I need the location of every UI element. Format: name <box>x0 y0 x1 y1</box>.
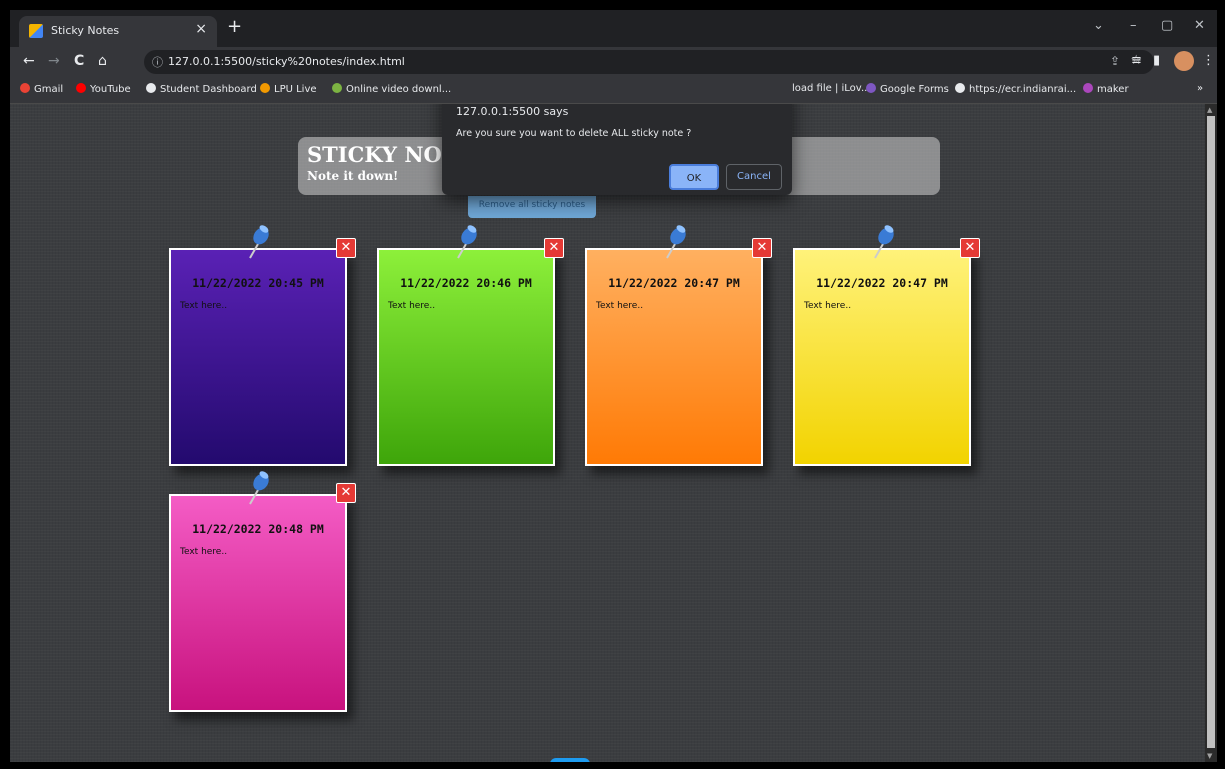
google-forms-icon <box>866 83 876 93</box>
scroll-down-icon[interactable]: ▼ <box>1207 752 1212 760</box>
push-pin-icon <box>249 471 269 505</box>
url-text[interactable]: 127.0.0.1:5500/sticky%20notes/index.html <box>168 55 405 68</box>
sticky-note[interactable]: 11/22/2022 20:47 PM Text here.. <box>585 248 763 466</box>
sticky-note[interactable]: 11/22/2022 20:47 PM Text here.. <box>793 248 971 466</box>
bookmark-student-dashboard[interactable]: Student Dashboard <box>146 83 257 95</box>
sticky-note[interactable]: 11/22/2022 20:45 PM Text here.. <box>169 248 347 466</box>
bookmark-youtube[interactable]: YouTube <box>76 83 131 95</box>
profile-avatar[interactable] <box>1174 51 1194 71</box>
maker-icon <box>1083 83 1093 93</box>
cancel-button[interactable]: Cancel <box>726 164 782 190</box>
note-text[interactable]: Text here.. <box>180 301 227 311</box>
ok-button[interactable]: OK <box>669 164 719 190</box>
page-scrollbar[interactable]: ▲ ▼ <box>1205 104 1217 762</box>
note-date: 11/22/2022 20:45 PM <box>192 276 324 290</box>
confirm-dialog: 127.0.0.1:5500 says Are you sure you wan… <box>442 104 792 195</box>
tab-search-icon[interactable]: ⌄ <box>1093 18 1104 33</box>
globe-icon <box>146 83 156 93</box>
scrollbar-thumb[interactable] <box>1207 116 1215 748</box>
side-panel-icon[interactable]: ▮ <box>1153 53 1160 68</box>
bookmark-maker[interactable]: maker <box>1083 83 1129 95</box>
bookmark-ilovepdf[interactable]: load file | iLov... <box>792 83 870 94</box>
reload-button[interactable]: C <box>74 53 84 69</box>
minimize-button[interactable]: – <box>1130 18 1137 33</box>
youtube-icon <box>76 83 86 93</box>
share-icon[interactable]: ⇪ <box>1110 54 1120 68</box>
note-date: 11/22/2022 20:48 PM <box>192 522 324 536</box>
address-bar[interactable]: ⓘ 127.0.0.1:5500/sticky%20notes/index.ht… <box>144 50 1154 74</box>
tab-sticky-notes[interactable]: Sticky Notes × <box>19 16 217 47</box>
tab-title: Sticky Notes <box>51 24 120 37</box>
tab-strip: Sticky Notes × + ⌄ – ▢ ✕ <box>10 10 1217 47</box>
close-window-button[interactable]: ✕ <box>1194 18 1205 33</box>
bookmark-gmail[interactable]: Gmail <box>20 83 63 95</box>
browser-toolbar: ← → C ⌂ ⓘ 127.0.0.1:5500/sticky%20notes/… <box>10 47 1217 77</box>
scroll-up-icon[interactable]: ▲ <box>1207 106 1212 114</box>
browser-window: Sticky Notes × + ⌄ – ▢ ✕ ← → C ⌂ ⓘ 127.0… <box>10 10 1217 762</box>
dialog-message: Are you sure you want to delete ALL stic… <box>456 128 692 139</box>
delete-note-button[interactable]: ✕ <box>336 238 356 258</box>
push-pin-icon <box>457 225 477 259</box>
site-info-icon[interactable]: ⓘ <box>152 54 163 70</box>
home-button[interactable]: ⌂ <box>98 53 107 69</box>
push-pin-icon <box>249 225 269 259</box>
new-tab-button[interactable]: + <box>227 16 242 37</box>
bookmark-google-forms[interactable]: Google Forms <box>866 83 949 95</box>
globe-icon <box>955 83 965 93</box>
browser-menu-icon[interactable]: ⋮ <box>1202 53 1215 68</box>
note-date: 11/22/2022 20:47 PM <box>816 276 948 290</box>
delete-note-button[interactable]: ✕ <box>752 238 772 258</box>
note-date: 11/22/2022 20:46 PM <box>400 276 532 290</box>
bookmark-lpu-live[interactable]: LPU Live <box>260 83 317 95</box>
sticky-note[interactable]: 11/22/2022 20:46 PM Text here.. <box>377 248 555 466</box>
lpu-live-icon <box>260 83 270 93</box>
delete-note-button[interactable]: ✕ <box>544 238 564 258</box>
reading-list-icon[interactable]: ≡ <box>1131 53 1142 68</box>
bookmark-ecr[interactable]: https://ecr.indianrai... <box>955 83 1076 95</box>
bookmarks-overflow-icon[interactable]: » <box>1197 83 1203 94</box>
tweet-button[interactable] <box>550 758 590 762</box>
app-subtitle: Note it down! <box>307 169 399 183</box>
page-content: STICKY NOTES Note it down! Remove all st… <box>10 104 1205 762</box>
gmail-icon <box>20 83 30 93</box>
sticky-note[interactable]: 11/22/2022 20:48 PM Text here.. <box>169 494 347 712</box>
push-pin-icon <box>874 225 894 259</box>
note-text[interactable]: Text here.. <box>804 301 851 311</box>
tab-close-icon[interactable]: × <box>195 21 207 37</box>
sticky-notes-favicon-icon <box>29 24 43 38</box>
push-pin-icon <box>666 225 686 259</box>
note-text[interactable]: Text here.. <box>388 301 435 311</box>
note-text[interactable]: Text here.. <box>180 547 227 557</box>
back-button[interactable]: ← <box>23 53 35 69</box>
restore-button[interactable]: ▢ <box>1161 18 1173 33</box>
forward-button[interactable]: → <box>48 53 60 69</box>
remove-all-button[interactable]: Remove all sticky notes <box>468 196 596 218</box>
note-text[interactable]: Text here.. <box>596 301 643 311</box>
bookmarks-bar: Gmail YouTube Student Dashboard LPU Live… <box>10 77 1217 104</box>
delete-note-button[interactable]: ✕ <box>336 483 356 503</box>
download-icon <box>332 83 342 93</box>
delete-note-button[interactable]: ✕ <box>960 238 980 258</box>
note-date: 11/22/2022 20:47 PM <box>608 276 740 290</box>
dialog-title: 127.0.0.1:5500 says <box>456 105 569 118</box>
bookmark-online-video[interactable]: Online video downl... <box>332 83 451 95</box>
